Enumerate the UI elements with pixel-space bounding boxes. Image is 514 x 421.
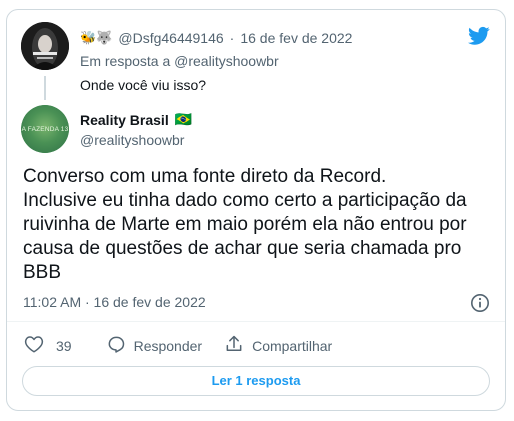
share-icon [224,334,244,357]
tweet-text: Converso com uma fonte direto da Record.… [23,166,467,283]
tweet-timestamp[interactable]: 11:02 AM · 16 de fev de 2022 [23,294,206,310]
twitter-bird-icon[interactable] [468,26,490,46]
reply-icon [106,334,126,357]
emoji-badges: 🐝🐺 [80,30,113,45]
share-label: Compartilhar [252,337,333,354]
author-handle[interactable]: @realityshoowbr [80,132,184,148]
reply-label: Responder [133,337,203,354]
reply-meta: 🐝🐺 @Dsfg46449146 · 16 de fev de 2022 [80,30,352,46]
share-button[interactable]: Compartilhar [224,334,332,357]
flag-emoji: 🇧🇷 [174,111,193,127]
reply-to-label[interactable]: Em resposta a @realityshoowbr [80,53,279,69]
thread-connector-line [44,76,46,100]
action-bar: 39 Responder Compartilhar [24,334,332,357]
heart-icon [24,335,44,356]
reply-author-avatar[interactable] [21,22,69,70]
separator-dot: · [229,30,235,46]
avatar-text: A FAZENDA 13 [21,126,69,133]
author-avatar[interactable]: A FAZENDA 13 [21,105,69,153]
info-icon[interactable] [470,293,490,313]
reply-author-handle[interactable]: @Dsfg46449146 [118,30,223,46]
actions-divider [7,321,505,322]
read-replies-button[interactable]: Ler 1 resposta [22,366,490,396]
reply-text: Onde você viu isso? [80,77,207,93]
reply-button[interactable]: Responder [106,334,203,357]
reply-date[interactable]: 16 de fev de 2022 [240,30,352,46]
author-name-row: Reality Brasil 🇧🇷 [80,111,192,128]
like-count: 39 [56,337,72,354]
author-name[interactable]: Reality Brasil [80,112,169,128]
like-button[interactable]: 39 [24,335,72,356]
